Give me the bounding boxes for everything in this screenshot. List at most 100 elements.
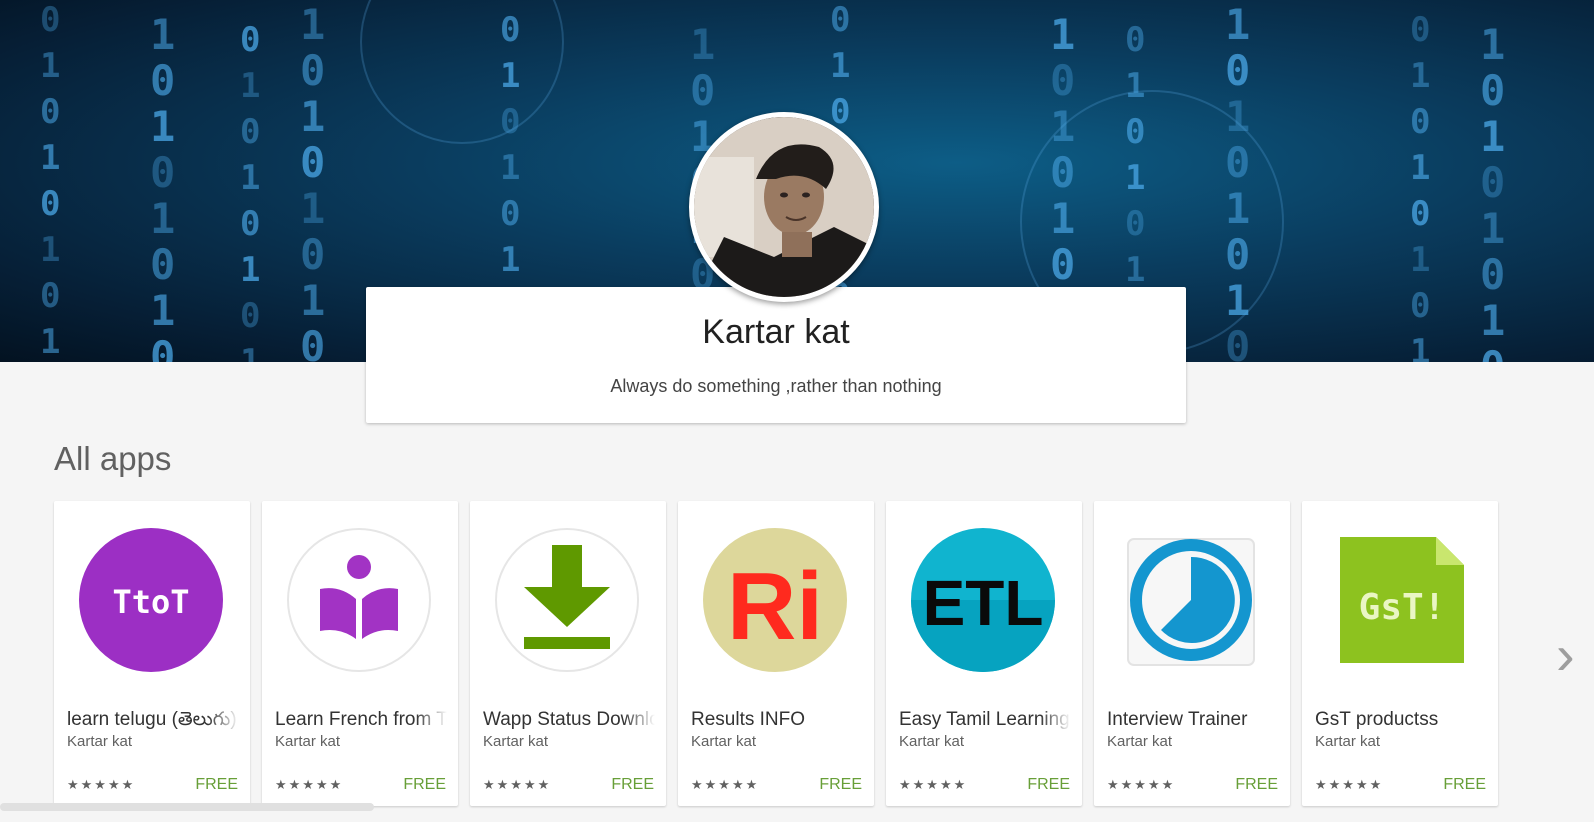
banner-glyph: 0 [1480,342,1505,362]
book-reader-icon [286,527,432,673]
banner-glyph: 0 [240,20,261,60]
app-card-easy-tamil[interactable]: ETL Easy Tamil Learning Kartar kat ★★★★★… [886,501,1082,806]
banner-glyph: 1 [1050,10,1076,59]
app-rating-stars: ★★★★★ [1107,777,1176,792]
banner-glyph: 0 [150,240,176,289]
banner-glyph: 1 [1225,0,1251,49]
app-developer[interactable]: Kartar kat [899,733,964,750]
banner-glyph: 0 [40,184,61,224]
banner-glyph: 1 [1480,204,1506,253]
app-price: FREE [403,776,446,793]
banner-glyph: 0 [1410,194,1431,234]
app-card-learn-telugu[interactable]: TtoT learn telugu (తెలుగు) Kartar kat ★★… [54,501,250,806]
app-developer[interactable]: Kartar kat [483,733,548,750]
banner-glyph: 0 [300,230,326,279]
banner-glyph: 0 [1225,46,1251,95]
app-card-gst-products[interactable]: GsT! GsT productss Kartar kat ★★★★★ FREE [1302,501,1498,806]
banner-glyph: 1 [1050,194,1076,243]
banner-glyph: 1 [500,56,521,96]
app-developer[interactable]: Kartar kat [67,733,132,750]
banner-glyph: 0 [1050,56,1076,105]
app-developer[interactable]: Kartar kat [1315,733,1380,750]
banner-glyph: 1 [40,46,61,86]
ri-logo-icon: Ri [702,527,848,673]
banner-glyph: 1 [690,20,716,69]
banner-glyph: 1 [1125,66,1146,106]
app-rating-stars: ★★★★★ [483,777,552,792]
banner-glyph: 1 [500,240,521,280]
app-price: FREE [611,776,654,793]
horizontal-scrollbar[interactable] [0,803,374,811]
banner-glyph: 1 [240,342,261,362]
banner-glyph: 1 [150,10,176,59]
app-developer[interactable]: Kartar kat [1107,733,1172,750]
gst-icon-text: GsT! [1359,587,1446,628]
app-card-learn-french[interactable]: Learn French from Telugu Kartar kat ★★★★… [262,501,458,806]
app-card-interview-trainer[interactable]: Interview Trainer Kartar kat ★★★★★ FREE [1094,501,1290,806]
banner-glyph: 1 [300,92,326,141]
banner-glyph: 1 [1410,240,1431,280]
banner-glyph: 1 [1125,158,1146,198]
banner-glyph: 1 [1410,56,1431,96]
app-title[interactable]: Results INFO [691,709,863,731]
app-title[interactable]: Interview Trainer [1107,709,1279,731]
app-price: FREE [1235,776,1278,793]
app-price: FREE [1027,776,1070,793]
banner-glyph: 0 [1480,66,1506,115]
banner-glyph: 1 [300,0,326,49]
banner-glyph: 1 [40,322,61,362]
banner-glyph: 1 [1225,276,1251,325]
etl-icon-text: ETL [923,567,1044,639]
banner-glyph: 0 [1410,102,1431,142]
app-title[interactable]: Learn French from Telugu [275,709,447,731]
banner-glyph: 0 [1125,20,1146,60]
banner-glyph: 1 [1480,112,1506,161]
banner-glyph: 0 [300,138,326,187]
banner-glyph: 1 [1225,184,1251,233]
app-price: FREE [1443,776,1486,793]
app-title[interactable]: Wapp Status Downloader [483,709,655,731]
banner-glyph: 0 [1050,148,1076,197]
banner-glyph: 1 [1480,20,1506,69]
developer-name: Kartar kat [702,313,850,351]
banner-glyph: 0 [1225,138,1251,187]
app-card-results-info[interactable]: Ri Results INFO Kartar kat ★★★★★ FREE [678,501,874,806]
app-developer[interactable]: Kartar kat [275,733,340,750]
app-rating-stars: ★★★★★ [1315,777,1384,792]
banner-glyph: 0 [240,112,261,152]
banner-glyph: 1 [500,148,521,188]
banner-glyph: 1 [150,194,176,243]
banner-glyph: 0 [1410,10,1431,50]
app-card-wapp-status[interactable]: Wapp Status Downloader Kartar kat ★★★★★ … [470,501,666,806]
app-rating-stars: ★★★★★ [275,777,344,792]
banner-glyph: 1 [1410,332,1431,362]
app-title[interactable]: Easy Tamil Learning [899,709,1071,731]
banner-glyph: 1 [240,158,261,198]
banner-glyph: 0 [500,10,521,50]
banner-glyph: 0 [150,332,176,362]
banner-glyph: 1 [150,102,176,151]
developer-tagline: Always do something ,rather than nothing [610,376,942,396]
app-title[interactable]: learn telugu (తెలుగు) [67,709,239,735]
download-arrow-icon [494,527,640,673]
banner-glyph: 1 [40,138,61,178]
banner-glyph: 0 [830,0,851,40]
ri-icon-text: Ri [727,553,823,660]
banner-glyph: 0 [1050,240,1076,289]
banner-glyph: 0 [1125,204,1146,244]
app-developer[interactable]: Kartar kat [691,733,756,750]
banner-glyph: 1 [1225,92,1251,141]
avatar-photo [694,117,874,297]
banner-glyph: 0 [500,102,521,142]
app-title[interactable]: GsT productss [1315,709,1487,731]
timer-icon [1118,527,1264,673]
banner-glyph: 1 [830,46,851,86]
banner-glyph: 0 [40,276,61,316]
banner-glyph: 0 [150,148,176,197]
banner-glyph: 1 [1480,296,1506,345]
apps-row: TtoT learn telugu (తెలుగు) Kartar kat ★★… [54,501,1514,806]
banner-glyph: 0 [1480,250,1506,299]
etl-logo-icon: ETL [910,527,1056,673]
next-page-arrow-icon[interactable]: › [1556,620,1586,690]
banner-glyph: 1 [1410,148,1431,188]
